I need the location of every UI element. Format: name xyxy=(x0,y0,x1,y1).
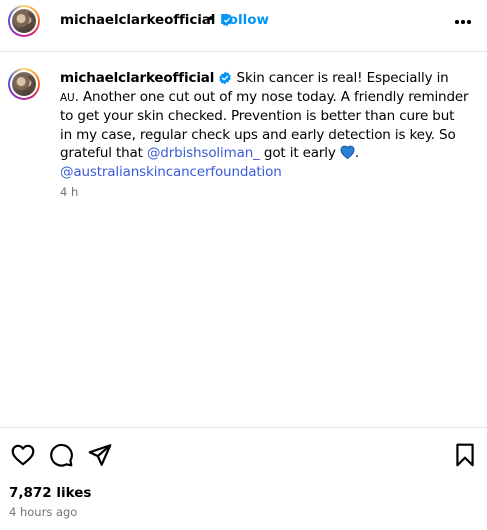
mention-link[interactable]: @drbishsoliman_ xyxy=(147,145,260,161)
divider xyxy=(0,427,487,428)
bookmark-icon[interactable] xyxy=(452,442,478,468)
caption-text-part: Skin cancer is real! Especially in xyxy=(232,70,449,86)
avatar[interactable] xyxy=(8,5,40,37)
header-username[interactable]: michaelclarkeofficial xyxy=(60,12,215,28)
heart-icon[interactable] xyxy=(10,442,36,468)
mention-link[interactable]: @australianskincancerfoundation xyxy=(60,164,282,180)
caption-avatar[interactable] xyxy=(8,68,40,100)
share-icon[interactable] xyxy=(87,442,113,468)
post-header: michaelclarkeofficial • Follow xyxy=(0,0,487,52)
au-flag-text: AU xyxy=(60,91,75,104)
caption-timestamp[interactable]: 4 h xyxy=(60,185,78,199)
more-options-icon[interactable] xyxy=(452,14,474,30)
caption-text-part: got it early xyxy=(259,145,340,161)
verified-badge-icon xyxy=(219,71,232,85)
blue-heart-emoji-icon xyxy=(340,145,355,159)
likes-count[interactable]: 7,872 likes xyxy=(9,485,91,501)
comment-icon[interactable] xyxy=(48,442,74,468)
caption-text-part: . xyxy=(354,145,360,161)
caption-username[interactable]: michaelclarkeofficial xyxy=(60,70,214,86)
separator-dot: • xyxy=(207,12,215,27)
follow-button[interactable]: Follow xyxy=(220,12,269,28)
post-timestamp[interactable]: 4 hours ago xyxy=(9,505,77,519)
caption-text: michaelclarkeofficial Skin cancer is rea… xyxy=(60,69,470,181)
